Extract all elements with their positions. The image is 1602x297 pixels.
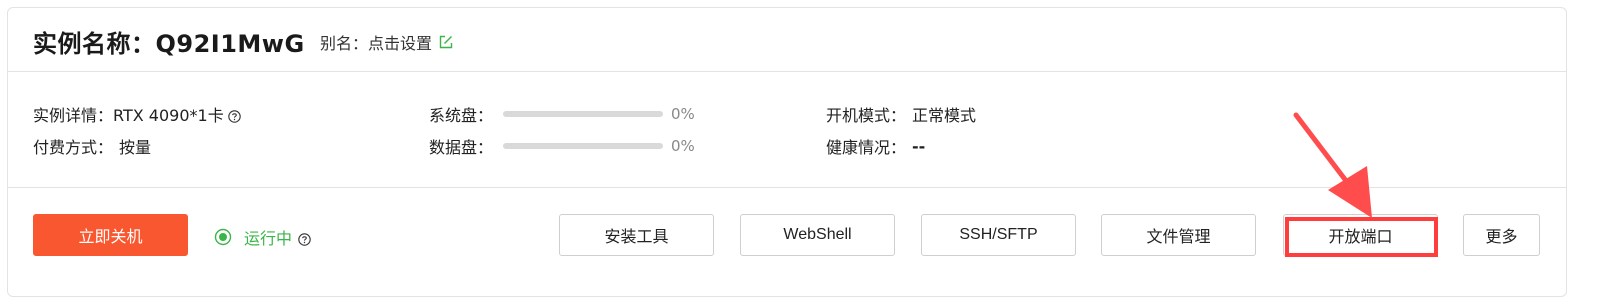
instance-detail-row: 实例详情： RTX 4090*1卡 <box>33 103 241 125</box>
boot-mode-value: 正常模式 <box>912 106 977 125</box>
data-disk-percent: 0% <box>671 137 695 155</box>
billing-row: 付费方式： 按量 <box>33 135 151 157</box>
system-disk-percent: 0% <box>671 105 695 123</box>
system-disk-row: 系统盘： 0% <box>429 103 695 125</box>
data-disk-label: 数据盘： <box>429 138 494 157</box>
help-icon[interactable] <box>298 231 311 246</box>
health-label: 健康情况： <box>826 138 907 157</box>
system-disk-bar <box>503 111 664 117</box>
help-icon[interactable] <box>227 108 241 123</box>
shutdown-button[interactable]: 立即关机 <box>33 214 188 256</box>
alias-setting[interactable]: 别名：点击设置 <box>320 30 454 54</box>
data-disk-bar <box>503 143 664 149</box>
billing-value: 按量 <box>119 138 152 157</box>
data-disk-row: 数据盘： 0% <box>429 135 695 157</box>
running-status: 运行中 <box>214 225 311 249</box>
more-button[interactable]: 更多 <box>1463 214 1540 256</box>
instance-name-title: 实例名称：Q92I1MwG <box>33 30 305 58</box>
health-row: 健康情况： -- <box>826 135 926 158</box>
status-label: 运行中 <box>244 229 293 248</box>
webshell-button[interactable]: WebShell <box>740 214 895 256</box>
open-port-button[interactable]: 开放端口 <box>1283 214 1438 256</box>
system-disk-label: 系统盘： <box>429 106 494 125</box>
file-manager-button[interactable]: 文件管理 <box>1101 214 1256 256</box>
header-divider <box>8 71 1566 72</box>
ssh-sftp-button[interactable]: SSH/SFTP <box>921 214 1076 256</box>
billing-label: 付费方式： <box>33 138 114 157</box>
edit-icon[interactable] <box>438 34 454 50</box>
boot-mode-row: 开机模式： 正常模式 <box>826 103 976 125</box>
instance-detail-label: 实例详情： <box>33 106 114 125</box>
install-tools-button[interactable]: 安装工具 <box>559 214 714 256</box>
instance-detail-value: RTX 4090*1卡 <box>113 106 224 125</box>
health-value: -- <box>912 136 926 156</box>
boot-mode-label: 开机模式： <box>826 106 907 125</box>
alias-label[interactable]: 别名：点击设置 <box>320 30 432 54</box>
radio-checked-icon <box>214 228 232 246</box>
details-divider <box>8 187 1566 188</box>
